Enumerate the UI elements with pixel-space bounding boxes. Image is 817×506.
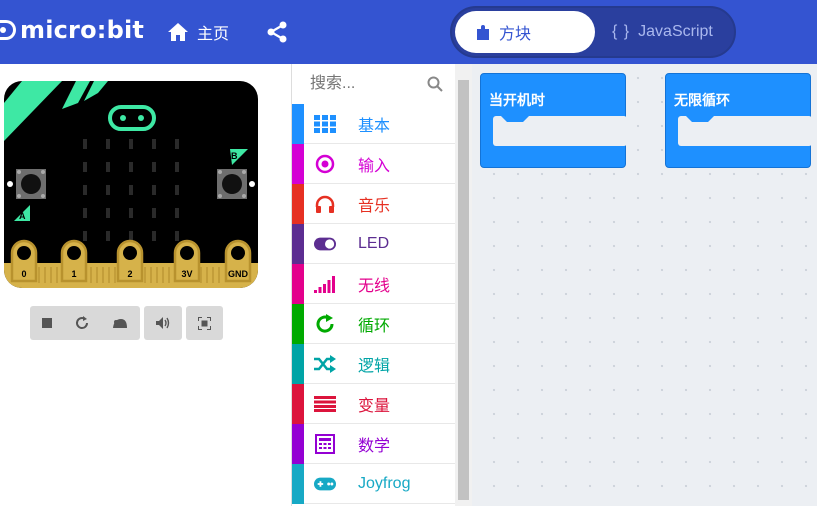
category-color-bar: [292, 463, 304, 504]
simulator-controls: [30, 306, 227, 340]
braces-icon: { }: [612, 23, 631, 40]
on-start-block[interactable]: 当开机时: [480, 73, 627, 168]
pin-1-label: 1: [71, 269, 76, 279]
calculator-icon: [314, 433, 336, 454]
share-icon: [267, 21, 287, 43]
category-variables[interactable]: 变量: [292, 383, 455, 424]
signal-icon: [314, 274, 336, 294]
blocks-workspace[interactable]: 当开机时 无限循环: [472, 64, 817, 506]
toolbox-scrollbar[interactable]: [455, 64, 472, 506]
gamepad-icon: [314, 474, 336, 494]
search-input[interactable]: [308, 74, 422, 94]
microbit-logo-icon: [0, 20, 16, 40]
fullscreen-icon: [198, 316, 211, 330]
grid-icon: [314, 114, 336, 134]
restart-icon[interactable]: [75, 316, 89, 330]
toolbox-search: [292, 64, 455, 104]
mute-button[interactable]: [144, 306, 182, 340]
button-a[interactable]: [16, 169, 46, 199]
sim-control-group: [30, 306, 140, 340]
refresh-icon: [314, 313, 336, 334]
search-icon[interactable]: [427, 76, 443, 92]
category-color-bar: [292, 223, 304, 264]
pin-0-label: 0: [21, 269, 26, 279]
category-color-bar: [292, 343, 304, 384]
category-color-bar: [292, 143, 304, 184]
microbit-board[interactable]: A B 0 1 2 3V GND: [4, 81, 260, 291]
category-basic[interactable]: 基本: [292, 103, 455, 144]
category-loops[interactable]: 循环: [292, 303, 455, 344]
category-label: 音乐: [358, 197, 391, 215]
category-label: Joyfrog: [358, 474, 411, 492]
category-label: LED: [358, 234, 390, 252]
block-label: 当开机时: [489, 93, 545, 109]
pin-2-label: 2: [127, 269, 132, 279]
category-label: 无线: [358, 277, 391, 295]
block-slot: [678, 116, 812, 146]
lines-icon: [314, 394, 336, 414]
top-bar: micro:bit 主页 方块 { } JavaScript: [0, 0, 817, 64]
share-button[interactable]: [265, 20, 289, 49]
tab-blocks[interactable]: 方块: [455, 11, 595, 53]
puzzle-icon: [477, 25, 489, 40]
toolbox: 基本 输入 音乐 LED 无线 循环 逻辑 变量 数学: [291, 64, 455, 506]
home-icon: [168, 23, 188, 41]
category-color-bar: [292, 303, 304, 344]
category-math[interactable]: 数学: [292, 423, 455, 464]
category-label: 变量: [358, 397, 391, 415]
category-label: 逻辑: [358, 357, 391, 375]
tab-javascript[interactable]: { } JavaScript: [612, 11, 713, 53]
microbit-logo[interactable]: micro:bit: [0, 16, 144, 44]
home-label: 主页: [197, 26, 230, 43]
slowmo-icon[interactable]: [112, 317, 128, 329]
category-music[interactable]: 音乐: [292, 183, 455, 224]
button-b[interactable]: [217, 169, 247, 199]
pin-gnd-label: GND: [228, 269, 249, 279]
category-color-bar: [292, 103, 304, 144]
category-color-bar: [292, 423, 304, 464]
mute-icon: [156, 317, 170, 329]
tab-javascript-label: JavaScript: [638, 23, 713, 40]
category-color-bar: [292, 383, 304, 424]
category-label: 循环: [358, 317, 391, 335]
category-logic[interactable]: 逻辑: [292, 343, 455, 384]
target-icon: [314, 154, 336, 174]
category-label: 输入: [358, 157, 391, 175]
tab-blocks-label: 方块: [499, 26, 532, 43]
category-color-bar: [292, 263, 304, 304]
button-b-label: B: [231, 151, 238, 161]
scrollbar-thumb[interactable]: [458, 80, 469, 500]
pin-3v-label: 3V: [181, 269, 192, 279]
headphones-icon: [314, 194, 336, 214]
forever-block[interactable]: 无限循环: [665, 73, 812, 168]
block-slot: [493, 116, 627, 146]
simulator-panel: A B 0 1 2 3V GND: [0, 64, 291, 506]
category-input[interactable]: 输入: [292, 143, 455, 184]
stop-icon[interactable]: [41, 318, 52, 328]
shuffle-icon: [314, 354, 336, 374]
logo-text: micro:bit: [20, 16, 145, 44]
fullscreen-button[interactable]: [186, 306, 223, 340]
category-label: 基本: [358, 117, 391, 135]
category-color-bar: [292, 183, 304, 224]
editor-mode-toggle: 方块 { } JavaScript: [450, 6, 736, 58]
button-a-label: A: [19, 211, 26, 221]
block-label: 无限循环: [674, 93, 730, 109]
category-label: 数学: [358, 437, 391, 455]
category-radio[interactable]: 无线: [292, 263, 455, 304]
category-led[interactable]: LED: [292, 223, 455, 264]
toggle-icon: [314, 234, 336, 254]
home-button[interactable]: 主页: [167, 20, 229, 44]
category-joyfrog[interactable]: Joyfrog: [292, 463, 455, 504]
